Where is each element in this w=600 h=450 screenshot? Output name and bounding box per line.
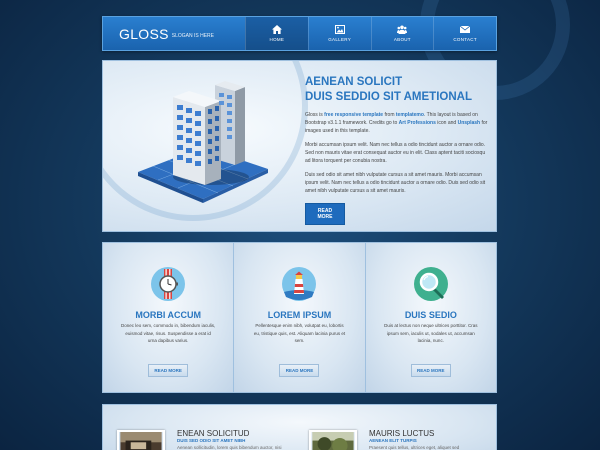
post-subtitle: DUIS SED ODIO SIT AMET NIBH bbox=[177, 438, 246, 443]
hero-p1-text-d: icon and bbox=[435, 120, 458, 126]
magnifier-icon bbox=[413, 267, 448, 301]
post-item: ENEAN SOLICITUD DUIS SED ODIO SIT AMET N… bbox=[117, 405, 297, 450]
hero-paragraph-2: Morbi accumsan ipsum velit. Nam nec tell… bbox=[305, 142, 486, 164]
service-text: Pellentesque enim nibh, volutpat eu, lob… bbox=[253, 323, 346, 343]
hero-p1-text-a: Gloss is bbox=[305, 112, 325, 118]
image-icon bbox=[334, 25, 345, 34]
post-thumbnail[interactable] bbox=[117, 430, 165, 450]
hero-section: AENEAN SOLICIT DUIS SEDDIO SIT AMETIONAL… bbox=[102, 60, 497, 232]
nav-label-about: ABOUT bbox=[393, 37, 411, 42]
post-excerpt: Aenean sollicitudin, lorem quis bibendum… bbox=[177, 445, 282, 450]
nav-label-home: HOME bbox=[269, 37, 285, 42]
building-illustration bbox=[138, 81, 268, 203]
post-excerpt: Praesent quis tellus, ultrices eget, ali… bbox=[369, 445, 460, 450]
free-template-link[interactable]: free responsive template bbox=[324, 112, 383, 118]
users-icon bbox=[397, 25, 408, 34]
nav-item-contact[interactable]: CONTACT bbox=[433, 17, 496, 50]
post-thumbnail[interactable] bbox=[309, 430, 357, 450]
brand-name: GLOSS bbox=[119, 25, 169, 42]
service-title: LOREM IPSUM bbox=[267, 310, 332, 320]
nav-item-gallery[interactable]: GALLERY bbox=[307, 17, 371, 50]
service-card-morbi: MORBI ACCUM Donec leo sem, commodo in, b… bbox=[103, 243, 235, 392]
post-subtitle: AENEAN ELIT TURPIS bbox=[369, 438, 417, 443]
brand-slogan: SLOGAN IS HERE bbox=[171, 33, 214, 39]
nav-item-about[interactable]: ABOUT bbox=[370, 17, 434, 50]
service-read-more-button[interactable]: READ MORE bbox=[279, 364, 320, 377]
post-title[interactable]: ENEAN SOLICITUD bbox=[177, 429, 249, 438]
hero-p1-text-b: from bbox=[383, 112, 396, 118]
post-title[interactable]: MAURIS LUCTUS bbox=[369, 429, 434, 438]
service-read-more-button[interactable]: READ MORE bbox=[148, 364, 189, 377]
service-title: DUIS SEDIO bbox=[404, 310, 457, 320]
service-card-duis: DUIS SEDIO Duis at lectus non neque ultr… bbox=[365, 243, 496, 392]
hero-read-more-button[interactable]: READ MORE bbox=[305, 203, 345, 225]
watch-icon bbox=[151, 267, 186, 301]
service-title: MORBI ACCUM bbox=[135, 310, 201, 320]
service-card-lorem: LOREM IPSUM Pellentesque enim nibh, volu… bbox=[234, 243, 366, 392]
main-nav: HOME GALLERY ABOUT CONTACT bbox=[245, 17, 496, 50]
site-header: GLOSS SLOGAN IS HERE HOME GALLERY ABOUT … bbox=[102, 16, 497, 51]
nav-label-gallery: GALLERY bbox=[328, 37, 352, 42]
art-professions-link[interactable]: Art Professions bbox=[399, 120, 436, 126]
nav-item-home[interactable]: HOME bbox=[245, 17, 308, 50]
hero-paragraph-3: Duis sed odio sit amet nibh vulputate cu… bbox=[305, 172, 486, 194]
service-text: Duis at lectus non neque ultrices portti… bbox=[384, 323, 478, 343]
envelope-icon bbox=[460, 25, 471, 33]
lighthouse-icon bbox=[282, 267, 317, 301]
home-icon bbox=[271, 25, 282, 34]
unsplash-link[interactable]: Unsplash bbox=[458, 120, 481, 126]
hero-title-line2: DUIS SEDDIO SIT AMETIONAL bbox=[305, 91, 472, 103]
service-read-more-button[interactable]: READ MORE bbox=[410, 364, 451, 377]
nav-label-contact: CONTACT bbox=[453, 37, 477, 42]
brand-logo[interactable]: GLOSS SLOGAN IS HERE bbox=[103, 17, 245, 50]
posts-section: ENEAN SOLICITUD DUIS SED ODIO SIT AMET N… bbox=[102, 404, 497, 450]
post-item: MAURIS LUCTUS AENEAN ELIT TURPIS Praesen… bbox=[309, 405, 489, 450]
hero-paragraph-1: Gloss is free responsive template from t… bbox=[305, 111, 491, 135]
templatemo-link[interactable]: templatemo bbox=[396, 112, 424, 118]
services-section: MORBI ACCUM Donec leo sem, commodo in, b… bbox=[102, 242, 497, 393]
service-text: Donec leo sem, commodo in, bibendum iacu… bbox=[121, 323, 216, 343]
hero-title-line1: AENEAN SOLICIT bbox=[305, 76, 403, 88]
hero-text: AENEAN SOLICIT DUIS SEDDIO SIT AMETIONAL… bbox=[305, 75, 491, 225]
